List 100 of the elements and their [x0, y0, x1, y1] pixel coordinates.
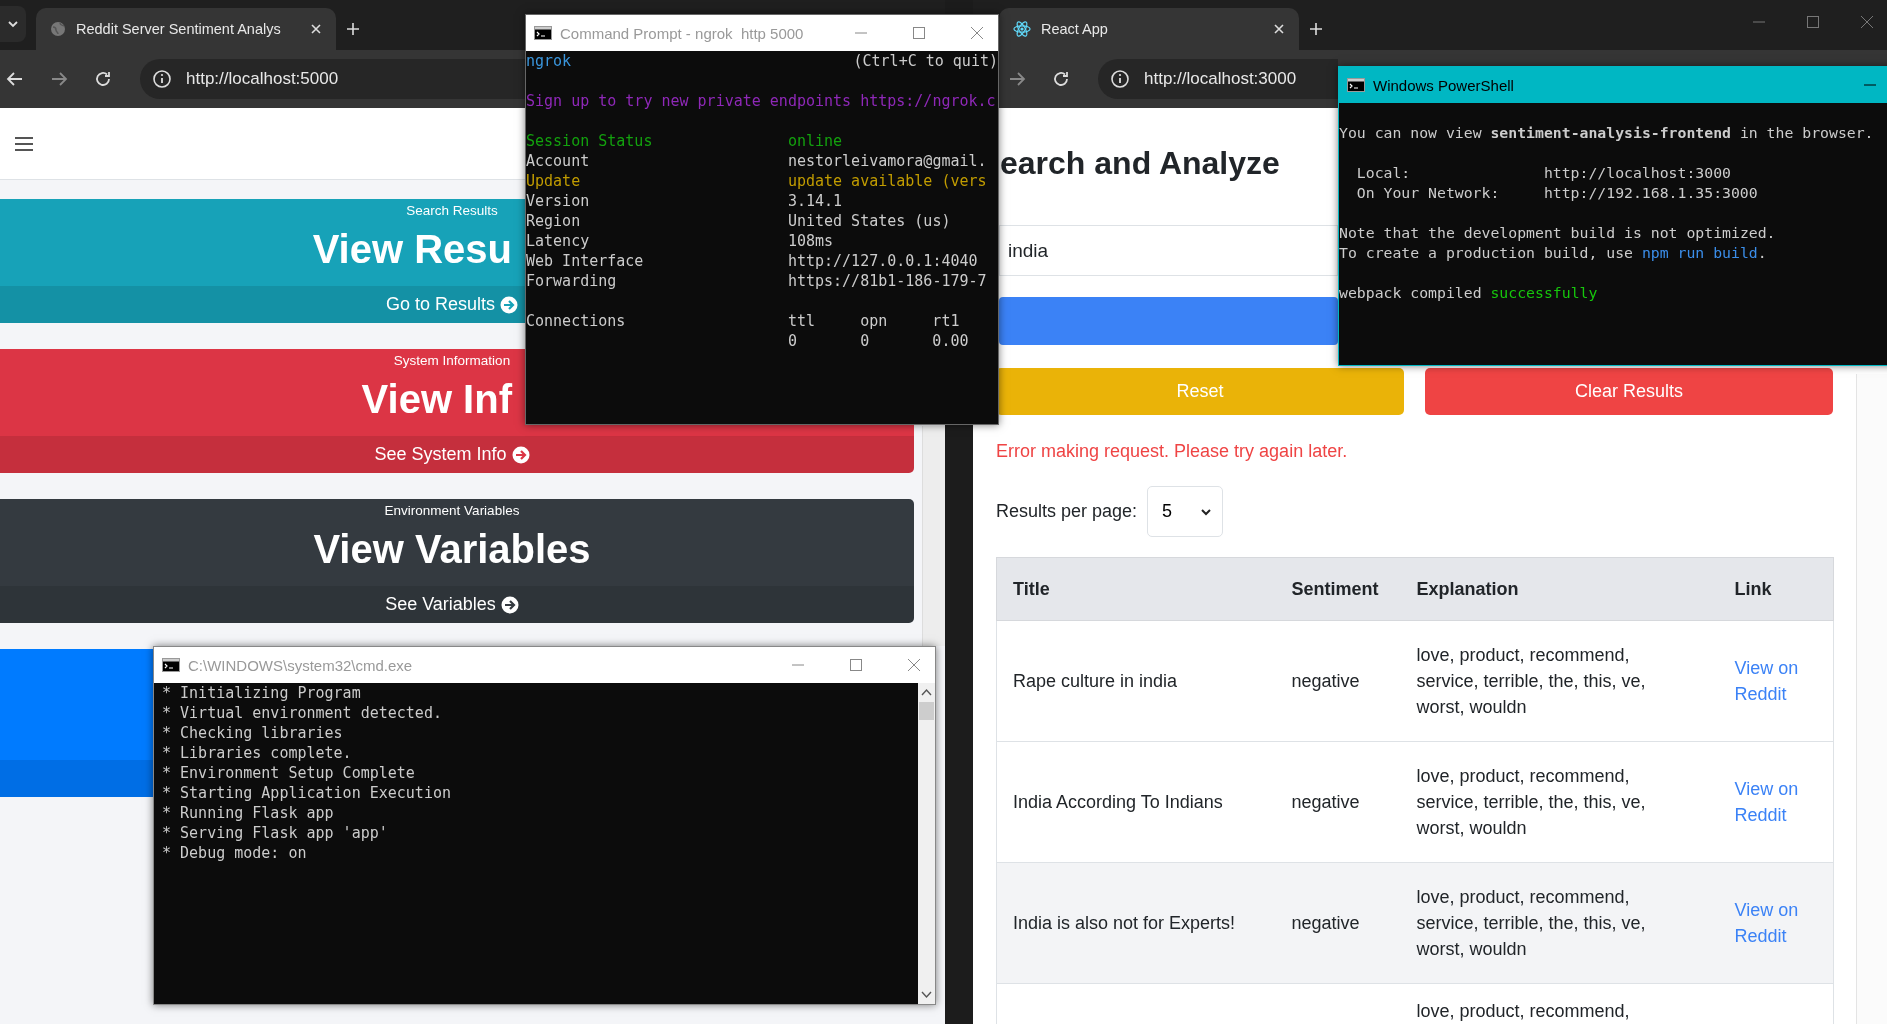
scroll-thumb[interactable] — [919, 702, 934, 720]
table-cell-text: love, product, recommend, service, terrible, the, this, ve, worst, wouldn — [1416, 765, 1647, 840]
scrollbar[interactable] — [918, 683, 935, 1004]
table-cell: negative — [1291, 671, 1360, 691]
terminal-text: 108ms — [787, 231, 834, 251]
terminal-text: 3.14.1 — [787, 191, 843, 211]
terminal-text: http://localhost:3000 — [1543, 163, 1731, 183]
address-bar[interactable]: http://localhost:3000 — [1098, 59, 1338, 99]
terminal-text: United States (us) — [787, 211, 951, 231]
terminal-text: https://81b1-186-179-7 — [787, 271, 987, 291]
scrollbar[interactable] — [922, 426, 945, 646]
browser-tab[interactable]: React App — [999, 8, 1299, 50]
window-title: Command Prompt - ngrok http 5000 — [560, 24, 804, 42]
terminal-text: * Debug mode: on — [162, 843, 307, 863]
card-title: View Inf — [361, 376, 512, 423]
arrow-circle-icon — [500, 295, 518, 314]
terminal-text: * Initializing Program — [162, 683, 361, 703]
terminal-text: http://192.168.1.35:3000 — [1543, 183, 1758, 203]
close-icon[interactable] — [907, 658, 921, 672]
terminal-text: rt1 — [932, 311, 961, 331]
terminal-text: Update — [526, 171, 582, 191]
terminal-icon — [534, 26, 552, 40]
terminal-text: nestorleivamora@gmail. — [787, 151, 987, 171]
per-page-select[interactable]: 5 — [1147, 486, 1224, 537]
card-label: Environment Variables — [384, 502, 520, 520]
url-text: http://localhost:3000 — [1144, 69, 1297, 89]
card-label: System Information — [393, 352, 511, 370]
table-cell: Rape culture in india — [1013, 671, 1178, 691]
close-icon[interactable] — [970, 26, 984, 40]
url-text: http://localhost:5000 — [186, 69, 339, 89]
card-link[interactable]: Go to Results — [385, 294, 518, 315]
terminal-text: Connections — [526, 311, 627, 331]
terminal-text: Version — [526, 191, 591, 211]
terminal-icon — [162, 658, 180, 672]
terminal-text: * Running Flask app — [162, 803, 334, 823]
table-cell-text: love, product, recommend, service, terrible, the, this, ve, worst, wouldn — [1416, 644, 1647, 719]
terminal-text: You can now view sentiment-analysis-frontend in the browser. — [1339, 123, 1874, 143]
scrollbar[interactable] — [1856, 374, 1887, 1024]
terminal-text: * Starting Application Execution — [162, 783, 451, 803]
search-field[interactable]: india — [999, 225, 1338, 276]
reddit-link[interactable]: View on Reddit — [1734, 776, 1817, 828]
card-link[interactable]: See Variables — [385, 594, 519, 615]
table-cell: negative — [1291, 792, 1360, 812]
new-tab-icon[interactable] — [1309, 22, 1323, 36]
info-icon[interactable] — [1110, 69, 1130, 89]
title-bar[interactable]: Windows PowerShell — [1339, 67, 1887, 103]
terminal-text: Local: — [1356, 163, 1412, 183]
chevron-down-icon — [7, 18, 19, 30]
terminal-text: Forwarding — [526, 271, 618, 291]
terminal-text: http://127.0.0.1:4040 — [787, 251, 978, 271]
maximize-icon[interactable] — [912, 26, 926, 40]
column-header: Link — [1718, 557, 1834, 621]
terminal-text: * Checking libraries — [162, 723, 343, 743]
reload-icon[interactable] — [94, 70, 112, 88]
terminal-text: Account — [526, 151, 591, 171]
scroll-down-icon[interactable] — [921, 991, 932, 999]
tab-list-button[interactable] — [0, 6, 26, 42]
terminal-text: Note that the development build is not optimized. — [1339, 223, 1776, 243]
column-header: Sentiment — [1275, 557, 1401, 621]
atom-icon — [1013, 20, 1031, 38]
globe-icon — [50, 21, 66, 37]
reload-icon[interactable] — [1052, 70, 1070, 88]
page-heading: earch and Analyze — [1000, 144, 1280, 183]
terminal-text: online — [787, 131, 843, 151]
forward-icon[interactable] — [1008, 70, 1026, 88]
terminal-text: ngrok — [526, 51, 572, 71]
back-icon[interactable] — [6, 70, 24, 88]
terminal-text: * Serving Flask app 'app' — [162, 823, 388, 843]
browser-tab[interactable]: Reddit Server Sentiment Analys — [36, 8, 336, 50]
scroll-up-icon[interactable] — [921, 688, 932, 696]
terminal-text: update available (vers — [787, 171, 987, 191]
title-bar[interactable]: C:\WINDOWS\system32\cmd.exe — [154, 647, 935, 683]
terminal-text: Session Status — [526, 131, 654, 151]
table-cell: negative — [1291, 913, 1360, 933]
column-header: Title — [996, 557, 1276, 621]
terminal-text: 0 — [860, 331, 871, 351]
terminal-text: webpack compiled successfully — [1339, 283, 1598, 303]
new-tab-icon[interactable] — [346, 22, 360, 36]
terminal-text: * Environment Setup Complete — [162, 763, 415, 783]
action-button[interactable]: Clear Results — [1425, 368, 1833, 415]
maximize-icon[interactable] — [849, 658, 863, 672]
terminal-text: opn — [860, 311, 889, 331]
address-bar[interactable]: http://localhost:5000 — [140, 59, 527, 99]
table-cell: India According To Indians — [1013, 792, 1223, 812]
close-tab-icon[interactable] — [1273, 23, 1285, 35]
reddit-link[interactable]: View on Reddit — [1734, 655, 1817, 707]
maximize-icon[interactable] — [1805, 14, 1821, 30]
per-page-label: Results per page: — [996, 501, 1138, 522]
card-title: View Variables — [313, 526, 591, 573]
title-bar[interactable]: Command Prompt - ngrok http 5000 — [526, 15, 998, 51]
forward-icon[interactable] — [50, 70, 68, 88]
menu-icon[interactable] — [15, 135, 33, 152]
close-tab-icon[interactable] — [310, 23, 322, 35]
info-icon[interactable] — [152, 69, 172, 89]
terminal-text: 0.00 — [932, 331, 970, 351]
card-link[interactable]: See System Info — [374, 444, 530, 465]
table-cell-text: love, product, recommend, — [1416, 1000, 1631, 1023]
close-icon[interactable] — [1859, 14, 1875, 30]
terminal-text: Sign up to try new private endpoints https://ngrok.c — [526, 91, 996, 111]
terminal-text: To create a production build, use npm run build. — [1339, 243, 1767, 263]
